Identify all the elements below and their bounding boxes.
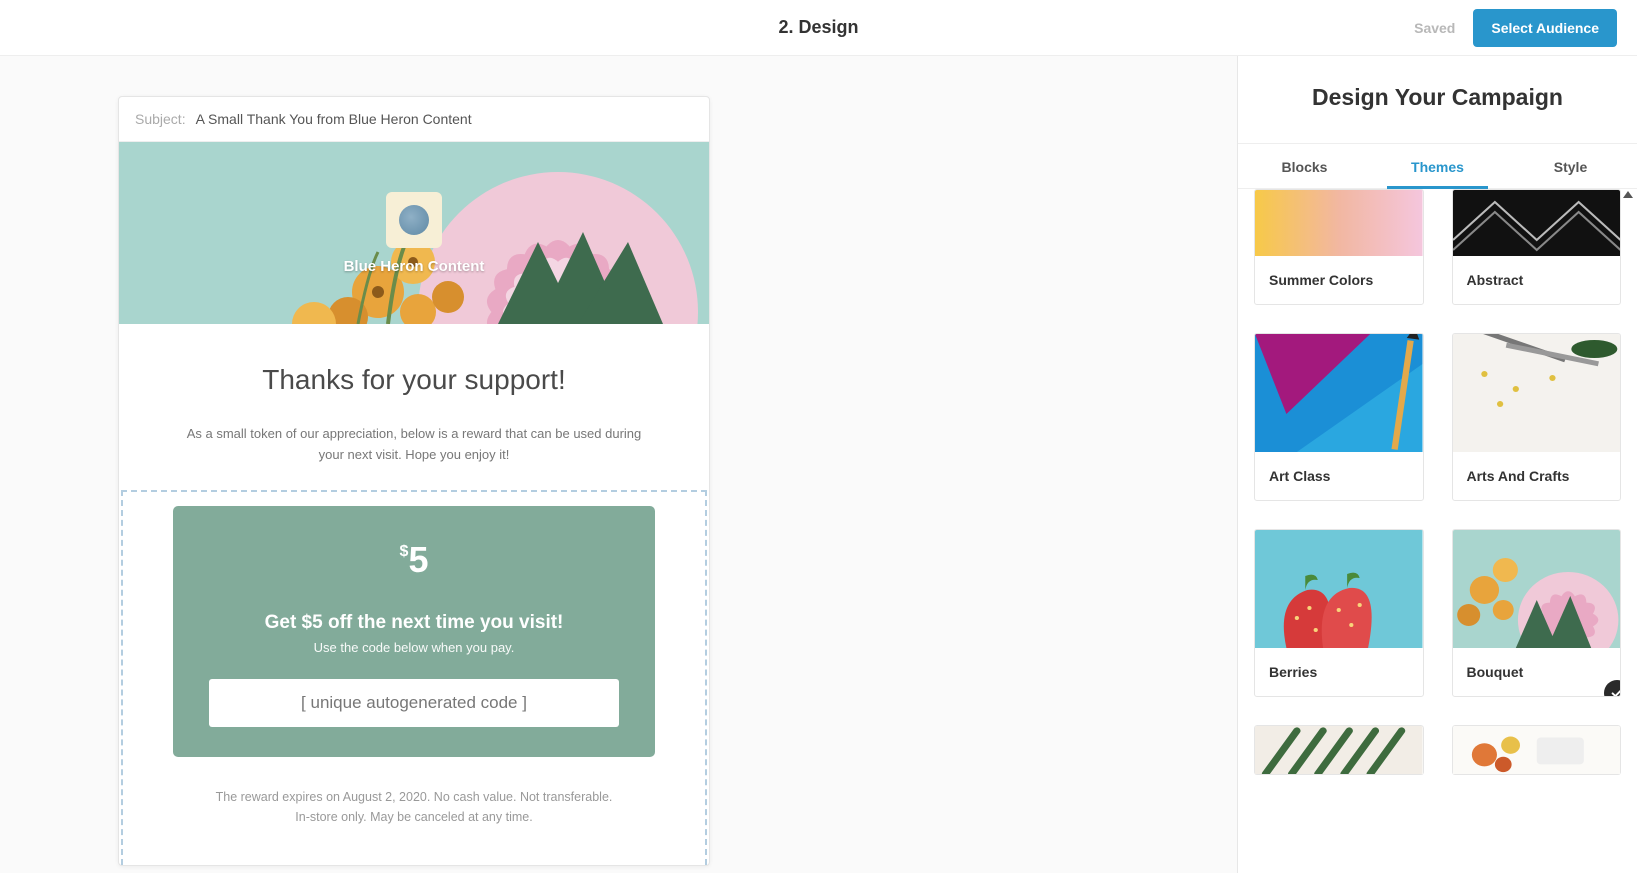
coupon-amount: $ 5: [400, 542, 429, 578]
coupon-value: 5: [408, 542, 428, 578]
theme-label: Summer Colors: [1255, 256, 1423, 304]
theme-card-bouquet[interactable]: Bouquet: [1452, 529, 1622, 697]
intro-text: As a small token of our appreciation, be…: [174, 424, 654, 466]
subject-label: Subject:: [135, 111, 186, 127]
tab-themes[interactable]: Themes: [1371, 144, 1504, 188]
saved-status: Saved: [1414, 20, 1455, 36]
fine-print-line: The reward expires on August 2, 2020. No…: [173, 787, 655, 807]
design-sidebar: Design Your Campaign Blocks Themes Style…: [1237, 56, 1637, 873]
sidebar-title: Design Your Campaign: [1238, 56, 1637, 143]
theme-label: Art Class: [1255, 452, 1423, 500]
theme-label: Abstract: [1453, 256, 1621, 304]
fine-print: The reward expires on August 2, 2020. No…: [173, 787, 655, 827]
select-audience-button[interactable]: Select Audience: [1473, 9, 1617, 47]
brand-name: Blue Heron Content: [344, 258, 485, 275]
headline-block[interactable]: Thanks for your support! As a small toke…: [119, 324, 709, 490]
email-preview-card[interactable]: Subject: A Small Thank You from Blue Her…: [118, 96, 710, 866]
theme-card-abstract[interactable]: Abstract: [1452, 189, 1622, 305]
subject-row[interactable]: Subject: A Small Thank You from Blue Her…: [119, 97, 709, 142]
theme-card-art-class[interactable]: Art Class: [1254, 333, 1424, 501]
coupon-subtitle: Use the code below when you pay.: [209, 640, 619, 655]
coupon-title: Get $5 off the next time you visit!: [209, 612, 619, 634]
main-area: Subject: A Small Thank You from Blue Her…: [0, 56, 1637, 873]
headline-text: Thanks for your support!: [169, 364, 659, 396]
top-bar: 2. Design Saved Select Audience: [0, 0, 1637, 56]
scroll-up-icon[interactable]: [1623, 191, 1633, 198]
sidebar-tabs: Blocks Themes Style: [1238, 143, 1637, 189]
theme-label: Berries: [1255, 648, 1423, 696]
theme-card-partial[interactable]: [1452, 725, 1622, 775]
coupon-card: $ 5 Get $5 off the next time you visit! …: [173, 506, 655, 757]
step-title: 2. Design: [778, 17, 858, 38]
canvas-area[interactable]: Subject: A Small Thank You from Blue Her…: [0, 56, 1237, 873]
subject-value: A Small Thank You from Blue Heron Conten…: [196, 111, 472, 127]
fine-print-line: In-store only. May be canceled at any ti…: [173, 807, 655, 827]
theme-label: Bouquet: [1453, 648, 1621, 696]
theme-card-summer-colors[interactable]: Summer Colors: [1254, 189, 1424, 305]
theme-grid-scroll[interactable]: Summer Colors Abstract: [1238, 189, 1637, 873]
tab-style[interactable]: Style: [1504, 144, 1637, 188]
top-bar-right: Saved Select Audience: [1414, 9, 1617, 47]
theme-label: Arts And Crafts: [1453, 452, 1621, 500]
theme-card-partial[interactable]: [1254, 725, 1424, 775]
coupon-block[interactable]: $ 5 Get $5 off the next time you visit! …: [121, 490, 707, 865]
brand-logo: [386, 192, 442, 248]
theme-card-arts-and-crafts[interactable]: Arts And Crafts: [1452, 333, 1622, 501]
coupon-code-placeholder: [ unique autogenerated code ]: [209, 679, 619, 727]
coupon-currency: $: [400, 544, 409, 560]
hero-image[interactable]: Blue Heron Content: [119, 142, 709, 324]
tab-blocks[interactable]: Blocks: [1238, 144, 1371, 188]
theme-card-berries[interactable]: Berries: [1254, 529, 1424, 697]
